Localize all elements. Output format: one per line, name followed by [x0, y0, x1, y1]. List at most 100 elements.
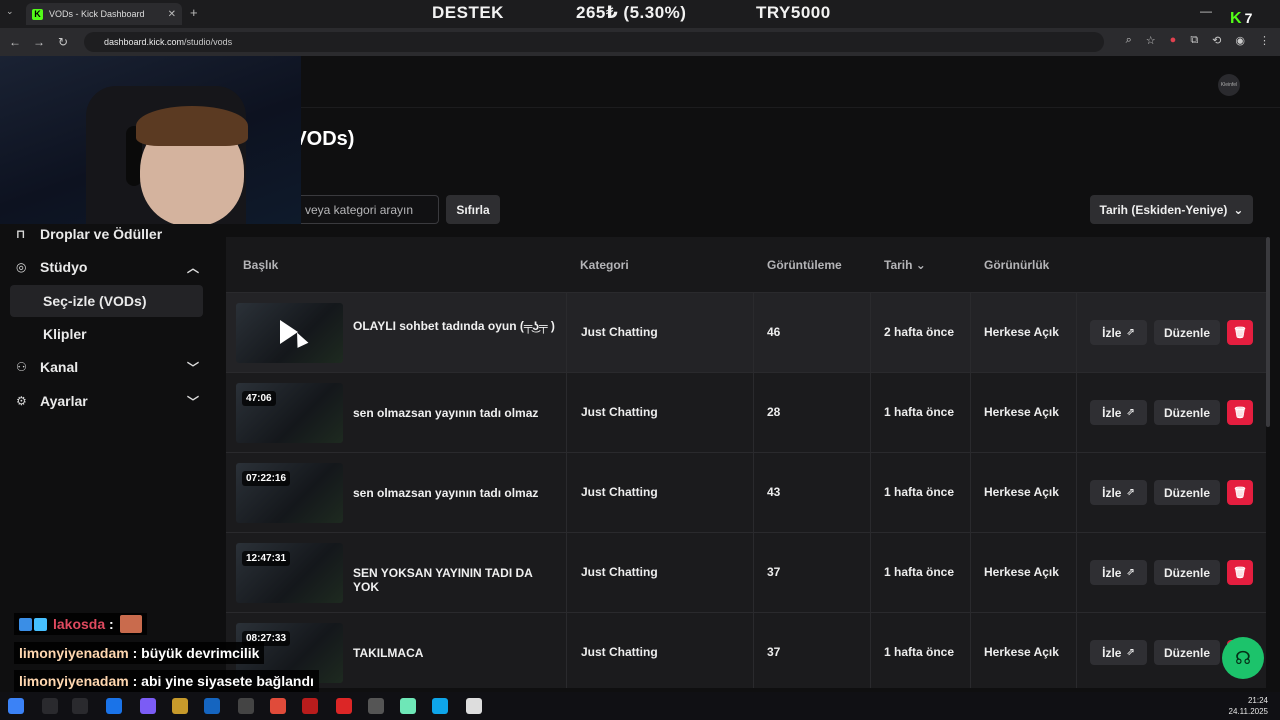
edit-button[interactable]: Düzenle	[1154, 400, 1220, 425]
vod-visibility: Herkese Açık	[984, 405, 1059, 419]
watch-button[interactable]: İzle ⇗	[1090, 480, 1147, 505]
zoom-icon[interactable]: ⌕	[1126, 34, 1132, 47]
vod-category[interactable]: Just Chatting	[581, 485, 658, 499]
task-view-icon[interactable]	[72, 698, 88, 714]
column-header-date[interactable]: Tarih ⌄	[884, 258, 926, 272]
column-divider	[753, 533, 754, 613]
chrome-icon[interactable]	[270, 698, 286, 714]
history-icon[interactable]: ⟲	[1212, 34, 1221, 47]
watch-button[interactable]: İzle ⇗	[1090, 320, 1147, 345]
browser-menu-icon[interactable]: ⋮	[1259, 34, 1270, 47]
outlook-icon[interactable]	[204, 698, 220, 714]
system-clock[interactable]: 21:24 24.11.2025	[1229, 695, 1268, 717]
new-tab-icon[interactable]: +	[190, 5, 198, 20]
tab-list-icon[interactable]: ⌄	[6, 6, 14, 17]
vod-thumbnail[interactable]	[236, 303, 343, 363]
chat-username: limonyiyenadam	[19, 645, 129, 661]
watch-label: İzle	[1102, 645, 1122, 660]
sidebar-item-label: Droplar ve Ödüller	[40, 226, 163, 242]
vod-category[interactable]: Just Chatting	[581, 325, 658, 339]
column-divider	[566, 293, 567, 373]
app-icon[interactable]	[368, 698, 384, 714]
browser-tab-bar: ⌄ K VODs - Kick Dashboard ✕ + DESTEK 265…	[0, 0, 1280, 28]
delete-button[interactable]: 🗑	[1227, 320, 1253, 345]
vod-thumbnail[interactable]: 07:22:16	[236, 463, 343, 523]
vod-duration: 12:47:31	[242, 551, 291, 566]
minimize-icon[interactable]: —	[1200, 4, 1212, 18]
watch-button[interactable]: İzle ⇗	[1090, 560, 1147, 585]
table-row[interactable]: 07:22:16 sen olmazsan yayının tadı olmaz…	[226, 452, 1266, 533]
column-header-date-label: Tarih	[884, 258, 913, 272]
table-scrollbar[interactable]	[1266, 237, 1270, 427]
vod-date: 1 hafta önce	[884, 485, 955, 499]
app-icon[interactable]	[302, 698, 318, 714]
stream-ticker-1: DESTEK	[432, 3, 504, 22]
reload-icon[interactable]: ↻	[51, 35, 75, 49]
app-icon[interactable]	[432, 698, 448, 714]
os-taskbar: 21:24 24.11.2025	[0, 692, 1280, 720]
app-icon[interactable]	[238, 698, 254, 714]
watch-button[interactable]: İzle ⇗	[1090, 640, 1147, 665]
bookmark-star-icon[interactable]: ☆	[1146, 34, 1156, 47]
watch-label: İzle	[1102, 405, 1122, 420]
browser-tab[interactable]: K VODs - Kick Dashboard ✕	[26, 3, 182, 25]
table-row[interactable]: 47:06 sen olmazsan yayının tadı olmaz Ju…	[226, 372, 1266, 453]
forward-icon[interactable]: →	[27, 35, 51, 49]
app-icon[interactable]	[466, 698, 482, 714]
sort-dropdown[interactable]: Tarih (Eskiden-Yeniye) ⌄	[1090, 195, 1253, 224]
reset-button[interactable]: Sıfırla	[446, 195, 500, 224]
url-field[interactable]: dashboard.kick.com/studio/vods	[84, 32, 1104, 52]
delete-button[interactable]: 🗑	[1227, 480, 1253, 505]
table-row[interactable]: 12:47:31 SEN YOKSAN YAYININ TADI DA YOK …	[226, 532, 1266, 613]
profile-icon[interactable]: ◉	[1235, 34, 1245, 47]
app-icon[interactable]	[336, 698, 352, 714]
column-divider	[1076, 373, 1077, 453]
vod-views: 37	[767, 565, 781, 579]
delete-button[interactable]: 🗑	[1227, 560, 1253, 585]
gear-icon: ⚙	[16, 394, 27, 408]
edit-button[interactable]: Düzenle	[1154, 320, 1220, 345]
badge-icon	[19, 617, 32, 631]
watch-button[interactable]: İzle ⇗	[1090, 400, 1147, 425]
edit-button[interactable]: Düzenle	[1154, 640, 1220, 665]
vod-title: SEN YOKSAN YAYININ TADI DA YOK	[353, 566, 533, 594]
edit-button[interactable]: Düzenle	[1154, 480, 1220, 505]
sidebar-item-settings[interactable]: ⚙ Ayarlar ﹀	[10, 385, 203, 417]
stream-ticker-2: 265₺ (5.30%)	[576, 3, 687, 22]
vod-category[interactable]: Just Chatting	[581, 645, 658, 659]
app-icon[interactable]	[400, 698, 416, 714]
chevron-down-icon: ﹀	[186, 360, 199, 375]
explorer-icon[interactable]	[172, 698, 188, 714]
sidebar-item-vods[interactable]: Seç-izle (VODs)	[10, 285, 203, 317]
edge-icon[interactable]	[106, 698, 122, 714]
sidebar-item-label: Klipler	[43, 326, 87, 342]
sidebar-item-studio[interactable]: ◎ Stüdyo ︿	[10, 251, 203, 283]
vod-visibility: Herkese Açık	[984, 645, 1059, 659]
edit-button[interactable]: Düzenle	[1154, 560, 1220, 585]
extension-red-icon[interactable]: ●	[1170, 34, 1177, 47]
chat-separator: :	[128, 673, 142, 689]
vod-category[interactable]: Just Chatting	[581, 405, 658, 419]
extensions-puzzle-icon[interactable]: ⧉	[1190, 34, 1198, 47]
tab-close-icon[interactable]: ✕	[168, 9, 176, 20]
vod-category[interactable]: Just Chatting	[581, 565, 658, 579]
sidebar-item-channel[interactable]: ⚇ Kanal ﹀	[10, 351, 203, 383]
user-avatar[interactable]: Kleinfel	[1218, 74, 1240, 96]
back-icon[interactable]: ←	[3, 35, 27, 49]
support-chat-button[interactable]: ☊	[1222, 637, 1264, 679]
kick-count-badge: K7	[1230, 10, 1260, 30]
search-icon[interactable]	[42, 698, 58, 714]
table-row[interactable]: 08:27:33 TAKILMACA Just Chatting 37 1 ha…	[226, 612, 1266, 688]
start-icon[interactable]	[8, 698, 24, 714]
vod-title: sen olmazsan yayının tadı olmaz	[353, 406, 539, 420]
sidebar-item-label: Kanal	[40, 359, 79, 375]
sidebar-item-clips[interactable]: Klipler	[10, 318, 203, 350]
streamer-hair	[136, 106, 248, 146]
delete-button[interactable]: 🗑	[1227, 400, 1253, 425]
chevron-down-icon: ⌄	[1233, 202, 1244, 217]
table-row[interactable]: OLAYLI sohbet tadında oyun (╤͜ʖ╤ ) Just …	[226, 292, 1266, 373]
copilot-icon[interactable]	[140, 698, 156, 714]
sidebar-item-label: Stüdyo	[40, 259, 88, 275]
vod-thumbnail[interactable]: 12:47:31	[236, 543, 343, 603]
vod-thumbnail[interactable]: 47:06	[236, 383, 343, 443]
